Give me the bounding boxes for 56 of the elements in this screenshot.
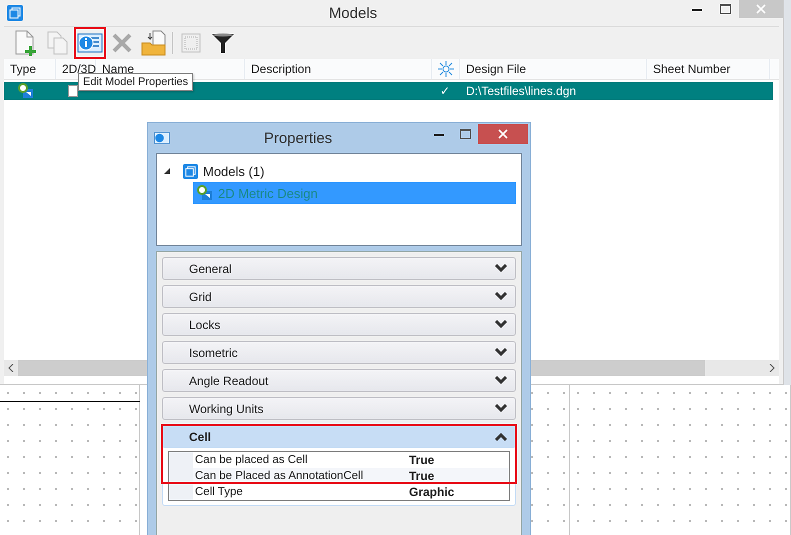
table-cell: D:\Testfiles\lines.dgn	[466, 84, 576, 98]
section-header[interactable]: Working Units	[162, 397, 516, 420]
expand-chevron-icon	[495, 376, 507, 385]
tooltip: Edit Model Properties	[78, 73, 194, 91]
column-header[interactable]: Description	[251, 62, 312, 76]
folder-page-icon	[141, 30, 167, 56]
section-header[interactable]: Isometric	[162, 341, 516, 364]
models-icon	[183, 164, 198, 178]
property-label: Can be placed as Cell	[193, 452, 407, 468]
model-icon	[197, 185, 213, 201]
new-page-icon	[14, 30, 38, 56]
close-icon	[498, 129, 508, 139]
tree-item-label: 2D Metric Design	[218, 186, 318, 200]
window-title: Models	[328, 4, 378, 22]
filter-icon	[211, 32, 235, 54]
section-header[interactable]: Grid	[162, 285, 516, 308]
maximize-icon	[460, 129, 470, 139]
section-header[interactable]: Angle Readout	[162, 369, 516, 392]
column-header[interactable]: 2D/3D	[62, 62, 96, 76]
column-header[interactable]: Type	[10, 62, 36, 76]
column-header[interactable]: Name	[102, 62, 134, 76]
model-icon	[18, 83, 34, 99]
expand-chevron-icon	[495, 292, 507, 301]
copy-pages-icon	[47, 31, 69, 55]
property-value: Graphic	[407, 484, 509, 500]
minimize-icon	[434, 132, 444, 136]
app-window-icon	[7, 5, 23, 21]
section-header[interactable]: Locks	[162, 313, 516, 336]
maximize-icon	[720, 4, 730, 14]
property-label: Cell Type	[193, 484, 407, 500]
collapse-chevron-icon	[495, 432, 507, 441]
sun-icon	[438, 61, 454, 77]
sheet-icon	[68, 85, 78, 97]
section-header[interactable]: Cell	[162, 425, 516, 448]
chevron-left-icon	[8, 364, 14, 372]
tree-item-label: Models (1)	[203, 164, 264, 178]
info-card-icon	[154, 131, 170, 145]
property-value: True	[407, 452, 509, 468]
column-header[interactable]: Design File	[466, 62, 526, 76]
delete-icon	[111, 32, 133, 54]
window-title: Properties	[262, 130, 334, 147]
table-cell: ✓	[440, 84, 450, 98]
expand-chevron-icon	[495, 320, 507, 329]
info-card-icon	[77, 32, 103, 54]
section-header[interactable]: General	[162, 257, 516, 280]
expand-chevron-icon	[495, 264, 507, 273]
column-header[interactable]: Sheet Number	[653, 62, 730, 76]
chevron-right-icon	[769, 364, 775, 372]
tree-item[interactable]: Models (1)	[179, 160, 264, 182]
expand-chevron-icon	[495, 404, 507, 413]
close-icon	[756, 4, 766, 14]
expand-chevron-icon	[495, 348, 507, 357]
selection-rectangle-icon	[181, 33, 201, 53]
minimize-icon	[692, 8, 702, 10]
close-button[interactable]	[478, 124, 528, 144]
expanded-triangle-icon[interactable]	[163, 167, 171, 175]
